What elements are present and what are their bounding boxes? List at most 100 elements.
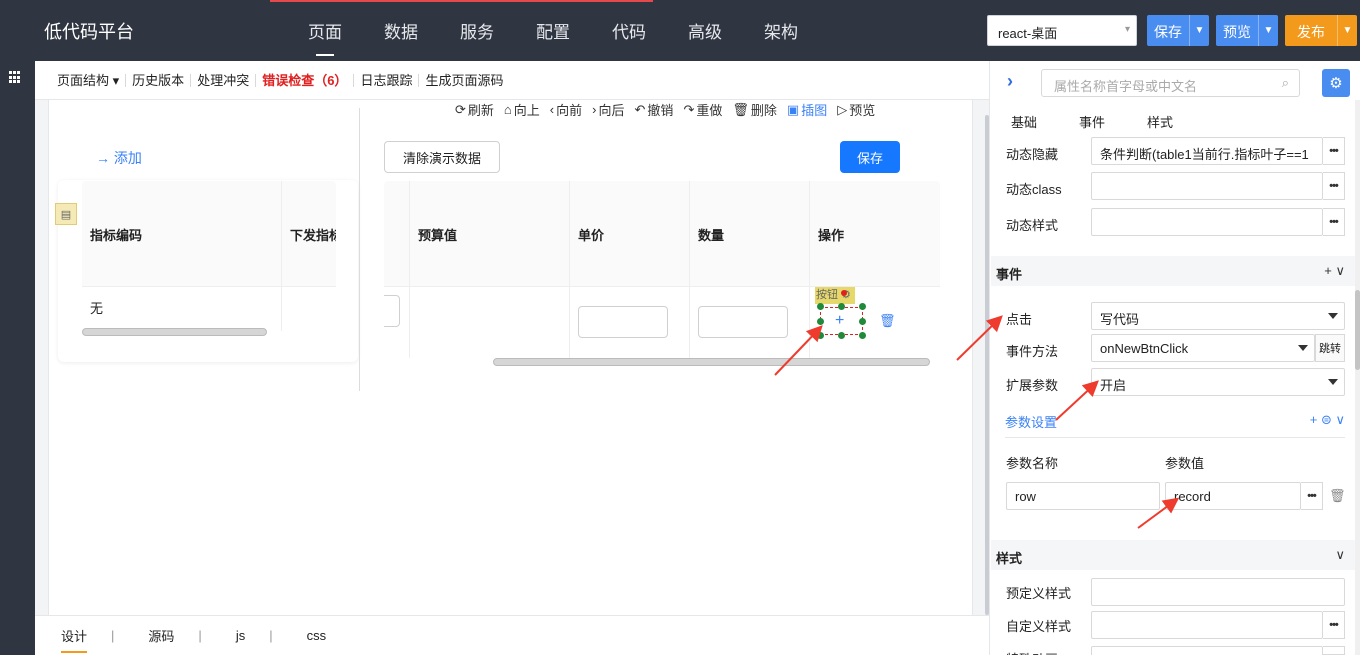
caret-down-icon[interactable]: ▼	[1337, 15, 1357, 46]
publish-button[interactable]: 发布	[1285, 15, 1337, 46]
resize-handle[interactable]	[817, 332, 824, 339]
save-split-button[interactable]: 保存 ▼	[1147, 15, 1209, 46]
dynamic-style-field[interactable]	[1091, 208, 1323, 236]
nav-item-data[interactable]: 数据	[384, 18, 460, 43]
param-value-input[interactable]: record	[1165, 482, 1301, 510]
tab-design[interactable]: 设计	[61, 626, 88, 653]
predefined-style-field[interactable]	[1091, 578, 1345, 606]
page-structure-menu[interactable]: 页面结构 ▾	[51, 73, 127, 87]
tab-style[interactable]: 样式	[1147, 112, 1173, 131]
nav-item-architecture[interactable]: 架构	[764, 18, 840, 43]
publish-split-button[interactable]: 发布 ▼	[1285, 15, 1357, 46]
resize-handle[interactable]	[817, 303, 824, 310]
refresh-action[interactable]: ⟳ 刷新	[455, 100, 494, 119]
trash-icon[interactable]: 🗑	[879, 313, 896, 329]
nav-item-config[interactable]: 配置	[536, 18, 612, 43]
plus-icon[interactable]: +	[835, 312, 844, 330]
left-table-scrollbar[interactable]	[82, 328, 267, 336]
gear-icon[interactable]: ⚙	[1322, 69, 1350, 97]
extension-params-select[interactable]: 开启	[1091, 368, 1345, 396]
preview-action[interactable]: ▷ 预览	[837, 100, 875, 119]
redo-icon: ↷	[683, 101, 695, 117]
save-button[interactable]: 保存	[1147, 15, 1189, 46]
tab-events[interactable]: 事件	[1079, 112, 1105, 131]
dynamic-class-label: 动态class	[1006, 182, 1062, 197]
jump-button[interactable]: 跳转	[1315, 334, 1345, 362]
left-strip	[0, 61, 35, 655]
events-section-header[interactable]: 事件 + ∨	[991, 256, 1355, 286]
more-icon[interactable]: •••	[1323, 611, 1345, 639]
insert-image-action[interactable]: ▣ 插图	[787, 100, 827, 119]
preview-label: 预览	[849, 103, 876, 118]
prev-icon: ‹	[549, 102, 555, 117]
resize-handle[interactable]	[838, 332, 845, 339]
property-search-input[interactable]: 属性名称首字母或中文名 ⌕	[1041, 69, 1300, 97]
caret-down-icon[interactable]: ▼	[1258, 15, 1278, 46]
more-icon[interactable]: •••	[1301, 482, 1323, 510]
more-icon[interactable]: •••	[1323, 208, 1345, 236]
resize-handle[interactable]	[817, 318, 824, 325]
grid-icon[interactable]	[9, 71, 22, 84]
error-check-link[interactable]: 错误检查（6）	[256, 73, 355, 87]
panel-scrollbar[interactable]	[1355, 100, 1360, 655]
generate-source-link[interactable]: 生成页面源码	[419, 74, 509, 87]
dynamic-hide-field[interactable]: 条件判断(table1当前行.指标叶子==1	[1091, 137, 1323, 165]
undo-action[interactable]: ↶ 撤销	[635, 100, 674, 119]
delete-label: 删除	[750, 103, 777, 118]
tab-basic[interactable]: 基础	[1011, 112, 1037, 131]
click-handler-select[interactable]: 写代码	[1091, 302, 1345, 330]
chevron-down-icon[interactable]: ∨	[1335, 547, 1345, 563]
caret-down-icon	[1328, 379, 1338, 385]
canvas-save-button[interactable]: 保存	[840, 141, 900, 173]
delete-action[interactable]: 🗑 删除	[732, 100, 777, 119]
more-icon[interactable]: •••	[1323, 137, 1345, 165]
resize-handle[interactable]	[838, 303, 845, 310]
param-settings-header[interactable]: 参数设置 + ⊜ ∨	[1005, 412, 1345, 438]
clear-demo-data-button[interactable]: 清除演示数据	[384, 141, 500, 173]
move-prev-label: 向前	[556, 103, 583, 118]
log-trace-link[interactable]: 日志跟踪	[354, 73, 420, 87]
more-icon[interactable]	[1323, 646, 1345, 655]
add-link[interactable]: → 添加	[96, 148, 142, 168]
quantity-input[interactable]	[698, 306, 788, 338]
chevron-right-icon[interactable]: ›	[1007, 71, 1013, 92]
dynamic-class-field[interactable]	[1091, 172, 1323, 200]
param-name-input[interactable]: row	[1006, 482, 1160, 510]
resolve-conflict-link[interactable]: 处理冲突	[191, 73, 257, 87]
tab-js[interactable]: js	[236, 628, 245, 643]
trash-icon[interactable]: 🗑	[1329, 488, 1346, 504]
resize-handle[interactable]	[859, 303, 866, 310]
special-animation-field[interactable]	[1091, 646, 1323, 655]
redo-action[interactable]: ↷ 重做	[683, 100, 722, 119]
event-method-select[interactable]: onNewBtnClick	[1091, 334, 1315, 362]
cell-input[interactable]	[384, 295, 400, 327]
preview-button[interactable]: 预览	[1216, 15, 1258, 46]
nav-item-advanced[interactable]: 高级	[688, 18, 764, 43]
resize-handle[interactable]	[859, 318, 866, 325]
env-select[interactable]: react-桌面 ▾	[987, 15, 1137, 46]
history-version-link[interactable]: 历史版本	[126, 73, 192, 87]
component-config-icon[interactable]: ▤	[55, 203, 77, 225]
resize-handle[interactable]	[859, 332, 866, 339]
param-settings-title: 参数设置	[1005, 415, 1058, 430]
move-prev-action[interactable]: ‹ 向前	[550, 100, 582, 119]
custom-style-field[interactable]	[1091, 611, 1323, 639]
caret-down-icon[interactable]: ▼	[1189, 15, 1209, 46]
right-table-scrollbar[interactable]	[493, 358, 930, 366]
move-up-action[interactable]: ⌂ 向上	[504, 100, 540, 119]
style-section-header[interactable]: 样式 ∨	[991, 540, 1355, 570]
left-table: 指标编码 下发指标 无	[82, 181, 336, 331]
move-next-action[interactable]: › 向后	[592, 100, 624, 119]
more-icon[interactable]: •••	[1323, 172, 1345, 200]
unit-price-input[interactable]	[578, 306, 668, 338]
page-toolbar: 页面结构 ▾ 历史版本 处理冲突 错误检查（6） 日志跟踪 生成页面源码	[35, 61, 989, 100]
button-component-tag[interactable]: 按钮 ⚙	[815, 287, 855, 304]
preview-split-button[interactable]: 预览 ▼	[1216, 15, 1278, 46]
param-settings-actions[interactable]: + ⊜ ∨	[1310, 412, 1345, 428]
nav-item-service[interactable]: 服务	[460, 18, 536, 43]
nav-item-code[interactable]: 代码	[612, 18, 688, 43]
nav-item-page[interactable]: 页面	[308, 18, 384, 56]
section-actions[interactable]: + ∨	[1324, 263, 1345, 279]
tab-source[interactable]: 源码	[148, 626, 174, 645]
tab-css[interactable]: css	[307, 628, 327, 643]
